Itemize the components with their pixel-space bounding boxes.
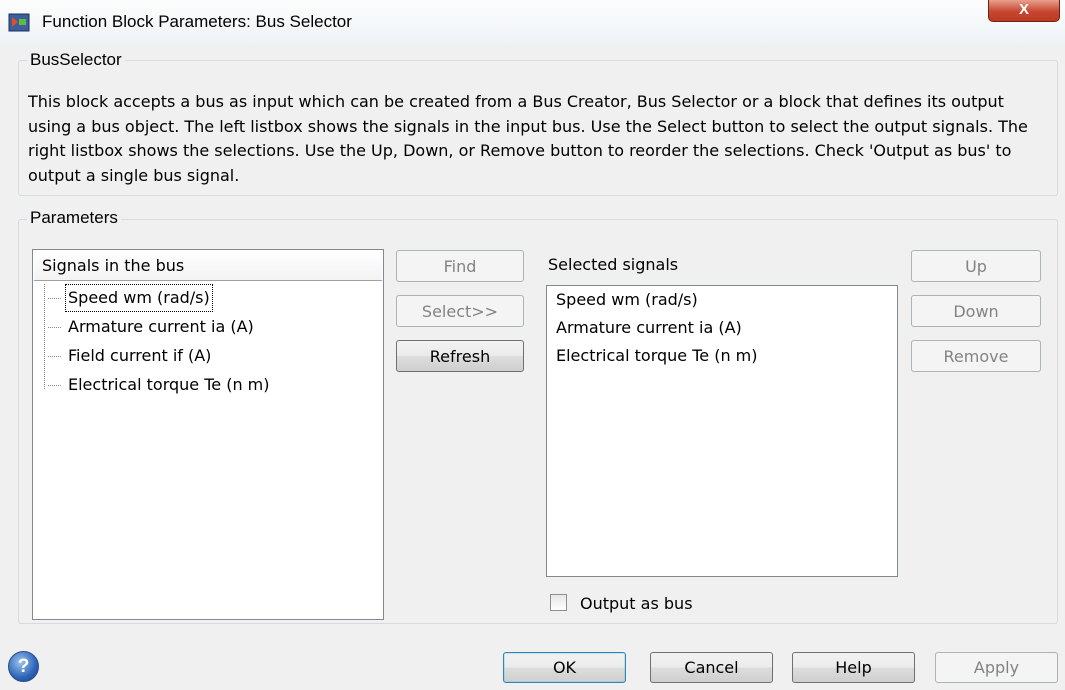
down-button[interactable]: Down bbox=[911, 295, 1041, 327]
refresh-button-label: Refresh bbox=[429, 347, 491, 366]
selected-signal-item[interactable]: Armature current ia (A) bbox=[556, 318, 742, 337]
help-button[interactable]: Help bbox=[792, 652, 915, 683]
cancel-button[interactable]: Cancel bbox=[650, 652, 773, 683]
tree-branch-line bbox=[44, 372, 64, 398]
help-icon[interactable]: ? bbox=[8, 651, 39, 682]
ok-button-label: OK bbox=[552, 658, 577, 677]
selected-signal-item[interactable]: Electrical torque Te (n m) bbox=[556, 346, 758, 365]
output-as-bus-checkbox[interactable] bbox=[550, 594, 567, 611]
signal-tree-item-label: Armature current ia (A) bbox=[68, 317, 254, 336]
signals-tree-header[interactable]: Signals in the bus bbox=[34, 251, 382, 281]
signal-tree-item-label: Electrical torque Te (n m) bbox=[68, 375, 270, 394]
simulink-block-icon bbox=[8, 13, 30, 32]
down-button-label: Down bbox=[953, 302, 999, 321]
output-as-bus-label[interactable]: Output as bus bbox=[580, 594, 693, 613]
up-button[interactable]: Up bbox=[911, 250, 1041, 282]
signals-tree-header-label: Signals in the bus bbox=[42, 256, 185, 275]
find-button[interactable]: Find bbox=[396, 250, 524, 282]
cancel-button-label: Cancel bbox=[684, 658, 739, 677]
apply-button[interactable]: Apply bbox=[935, 652, 1058, 683]
refresh-button[interactable]: Refresh bbox=[396, 340, 524, 372]
tree-branch-line bbox=[44, 285, 64, 311]
select-button[interactable]: Select>> bbox=[396, 295, 524, 327]
selected-signal-item[interactable]: Speed wm (rad/s) bbox=[556, 290, 698, 309]
apply-button-label: Apply bbox=[973, 658, 1020, 677]
selected-signals-label: Selected signals bbox=[548, 255, 679, 274]
find-button-label: Find bbox=[443, 257, 477, 276]
block-description: This block accepts a bus as input which … bbox=[28, 92, 1028, 185]
select-button-label: Select>> bbox=[421, 302, 499, 321]
close-button[interactable]: X bbox=[988, 0, 1060, 22]
ok-button[interactable]: OK bbox=[503, 652, 626, 683]
up-button-label: Up bbox=[965, 257, 987, 276]
window-title: Function Block Parameters: Bus Selector bbox=[42, 12, 352, 31]
signal-tree-item-label: Field current if (A) bbox=[68, 346, 212, 365]
help-button-label: Help bbox=[835, 658, 872, 677]
remove-button-label: Remove bbox=[943, 347, 1009, 366]
title-bar[interactable]: Function Block Parameters: Bus Selector … bbox=[0, 0, 1065, 45]
block-group-label: BusSelector bbox=[27, 50, 125, 70]
signal-tree-item-label: Speed wm (rad/s) bbox=[65, 284, 213, 312]
remove-button[interactable]: Remove bbox=[911, 340, 1041, 372]
tree-branch-line bbox=[44, 314, 64, 340]
parameters-group-label: Parameters bbox=[27, 208, 121, 228]
tree-branch-line bbox=[44, 343, 64, 369]
